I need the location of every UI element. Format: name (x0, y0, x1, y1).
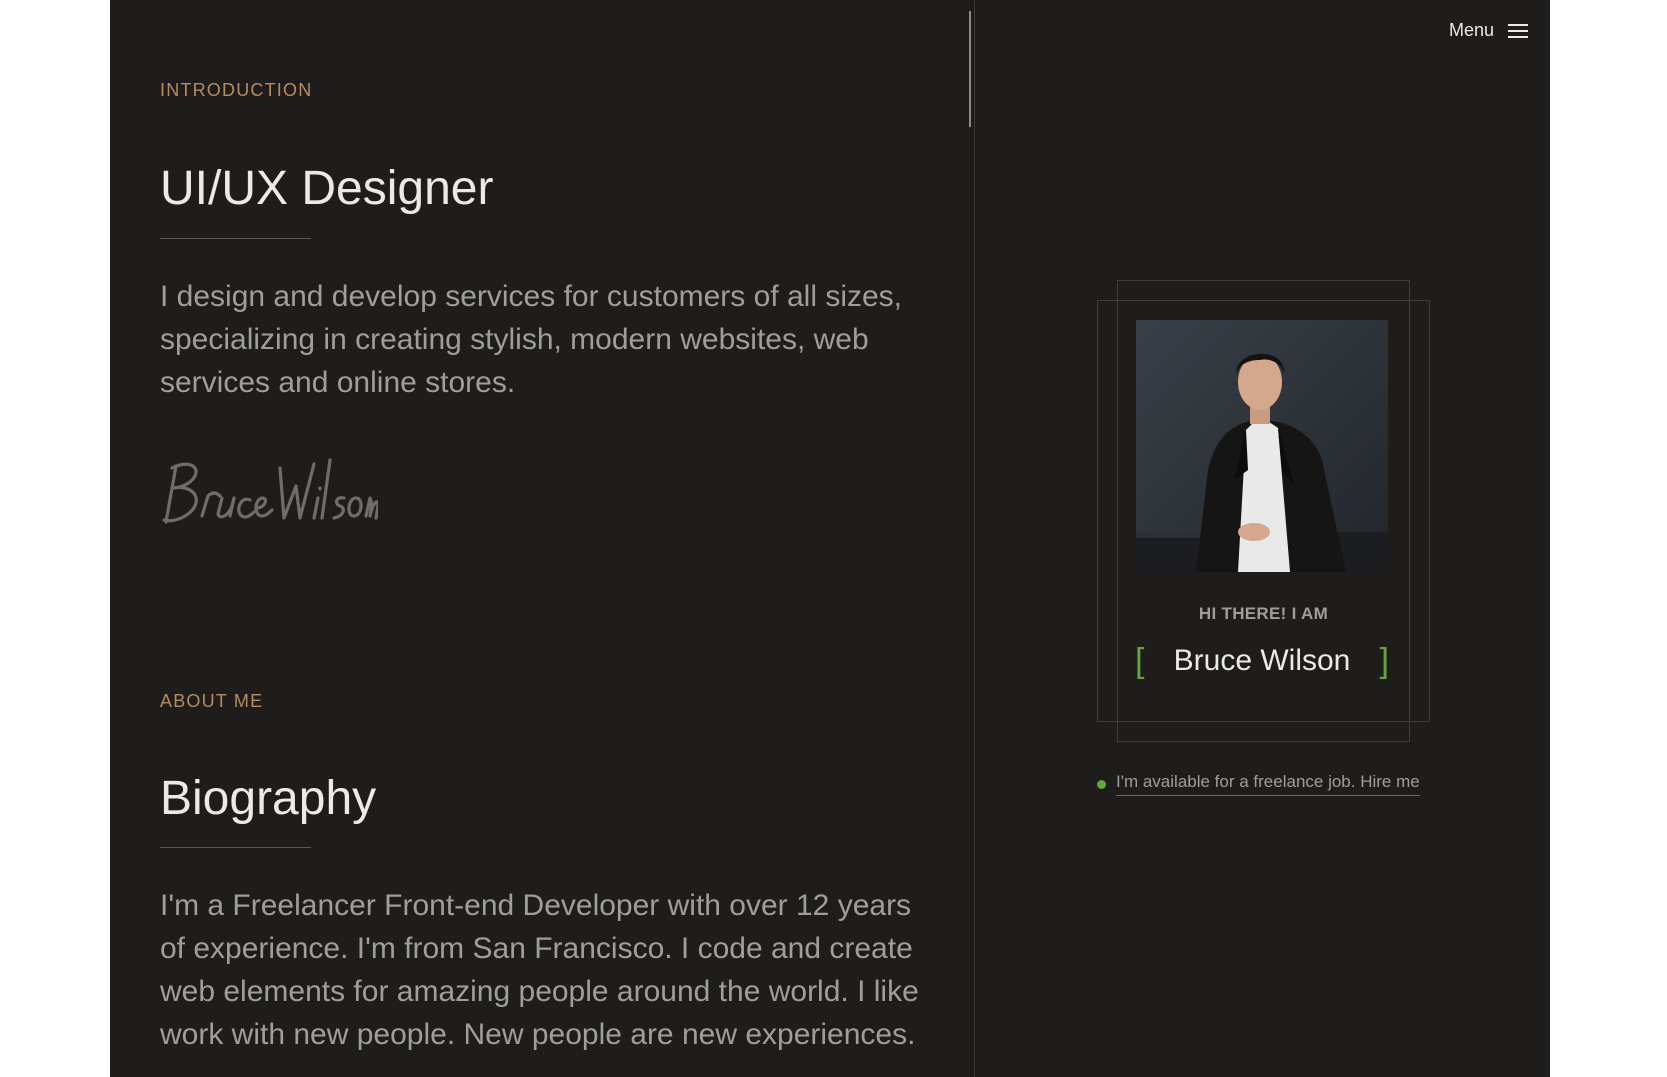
hamburger-icon (1508, 23, 1528, 38)
profile-name: Bruce Wilson (1173, 644, 1351, 677)
about-description: I'm a Freelancer Front-end Developer wit… (160, 889, 919, 1051)
hire-me-link[interactable]: I'm available for a freelance job. Hire … (1116, 772, 1420, 796)
intro-description: I design and develop services for custom… (160, 280, 903, 399)
intro-title-underline (160, 238, 311, 239)
page-frame: INTRODUCTION UI/UX Designer I design and… (110, 0, 1550, 1077)
about-eyebrow: ABOUT ME (160, 691, 264, 711)
profile-column: Menu HI THERE! I AM [Bruce Wilson] I'm… (975, 0, 1550, 1077)
signature-image (162, 458, 378, 524)
profile-greeting: HI THERE! I AM (1198, 604, 1329, 623)
profile-photo (1136, 320, 1388, 572)
status-dot-icon (1097, 779, 1106, 789)
scrollbar-thumb[interactable] (969, 11, 971, 127)
bracket-right: ] (1379, 642, 1389, 680)
intro-eyebrow: INTRODUCTION (160, 80, 313, 100)
content-column: INTRODUCTION UI/UX Designer I design and… (110, 0, 974, 1077)
about-title: Biography (160, 772, 377, 825)
profile-name-row: [ Bruce Wilson ] (1135, 640, 1389, 682)
about-title-underline (160, 847, 311, 848)
availability-row: I'm available for a freelance job. Hire … (1097, 772, 1420, 796)
menu-label: Menu (1448, 20, 1494, 40)
menu-button[interactable]: Menu (1449, 20, 1528, 41)
intro-title: UI/UX Designer (160, 162, 494, 215)
bracket-left: [ (1135, 642, 1145, 680)
